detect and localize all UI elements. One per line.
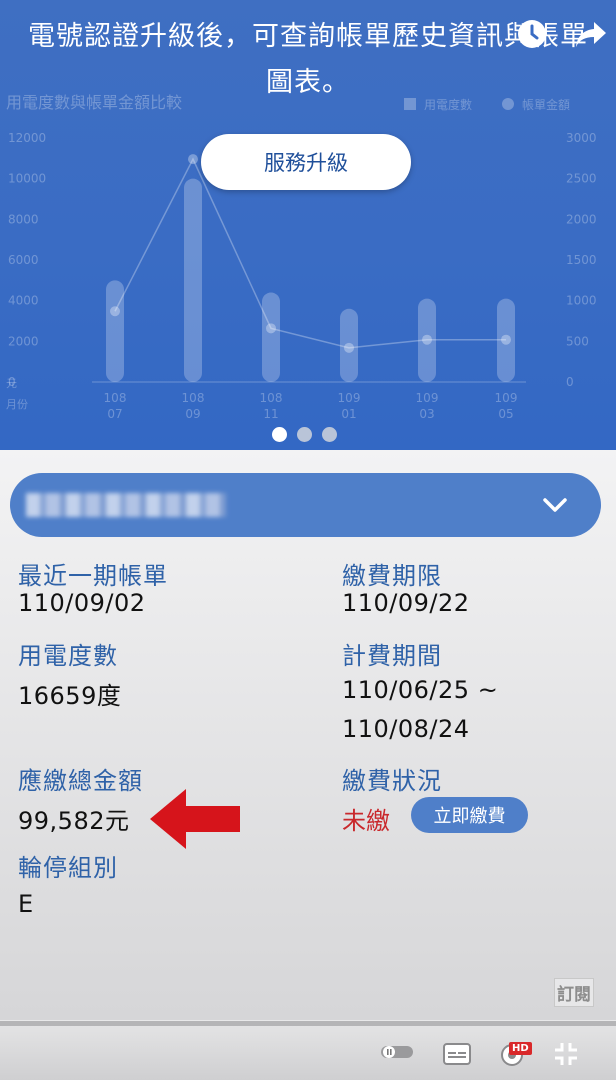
- pay-now-button[interactable]: 立即繳費: [411, 797, 528, 833]
- x-tick-label: 109: [416, 391, 439, 405]
- carousel-dot[interactable]: [272, 427, 287, 442]
- usage-label: 用電度數: [18, 642, 118, 670]
- chart-point: [110, 306, 120, 317]
- left-axis-tick: 4000: [8, 294, 39, 308]
- usage-value: 16659度: [18, 682, 122, 710]
- chart-point: [501, 334, 511, 345]
- right-axis-tick: 2500: [566, 172, 597, 186]
- chart-bar: [106, 280, 124, 382]
- video-top-icons: [516, 18, 606, 50]
- billing-period-label: 計費期間: [342, 642, 442, 670]
- right-axis-tick: 3000: [566, 131, 597, 145]
- left-axis-tick: 8000: [8, 212, 39, 226]
- carousel-dot[interactable]: [297, 427, 312, 442]
- due-date-label: 繳費期限: [342, 562, 442, 590]
- billing-period-end: 110/08/24: [342, 715, 470, 743]
- x-tick-label: 09: [185, 407, 200, 421]
- x-tick-label: 11: [263, 407, 278, 421]
- latest-bill-value: 110/09/02: [18, 589, 146, 617]
- chart-point: [188, 154, 198, 165]
- hero-line-2: 圖表。: [266, 67, 350, 98]
- payment-status-value: 未繳: [342, 807, 390, 835]
- rotation-group-label: 輪停組別: [18, 854, 118, 882]
- right-axis-tick: 2000: [566, 212, 597, 226]
- due-date-value: 110/09/22: [342, 589, 470, 617]
- video-controls: HD: [0, 1026, 616, 1080]
- hd-badge: HD: [509, 1042, 532, 1055]
- autoplay-toggle-icon[interactable]: [380, 1044, 414, 1060]
- bill-panel: ████ (████) 最近一期帳單 110/09/02 繳費期限 110/09…: [0, 450, 616, 1020]
- left-axis-unit: 元: [6, 377, 17, 390]
- left-axis-tick: 12000: [8, 131, 46, 145]
- payment-status-label: 繳費狀況: [342, 767, 442, 795]
- chevron-down-icon[interactable]: [539, 489, 571, 521]
- x-tick-label: 01: [341, 407, 356, 421]
- billing-period-start: 110/06/25 ~: [342, 676, 499, 704]
- red-arrow-icon: [150, 789, 240, 849]
- left-axis-tick: 6000: [8, 253, 39, 267]
- chart-point: [344, 342, 354, 353]
- chart-bar: [184, 178, 202, 382]
- x-tick-label: 07: [107, 407, 122, 421]
- carousel-dot[interactable]: [322, 427, 337, 442]
- upgrade-service-button[interactable]: 服務升級: [201, 134, 411, 190]
- captions-icon[interactable]: [443, 1043, 471, 1065]
- share-icon[interactable]: [574, 18, 606, 50]
- account-selector[interactable]: ████ (████): [10, 473, 601, 537]
- left-axis-tick: 2000: [8, 334, 39, 348]
- x-axis-label: 月份: [6, 398, 28, 411]
- x-tick-label: 05: [498, 407, 513, 421]
- right-axis-tick: 0: [566, 375, 574, 389]
- chart-bar: [262, 292, 280, 382]
- x-tick-label: 108: [260, 391, 283, 405]
- right-axis-tick: 1000: [566, 294, 597, 308]
- x-tick-label: 108: [182, 391, 205, 405]
- x-tick-label: 03: [419, 407, 434, 421]
- rotation-group-value: E: [18, 890, 34, 918]
- left-axis-tick: 10000: [8, 172, 46, 186]
- x-tick-label: 108: [104, 391, 127, 405]
- right-axis-tick: 1500: [566, 253, 597, 267]
- chart-point: [422, 334, 432, 345]
- exit-fullscreen-icon[interactable]: [553, 1041, 579, 1067]
- chart-point: [266, 323, 276, 334]
- subscribe-badge[interactable]: 訂閱: [554, 978, 594, 1007]
- x-tick-label: 109: [338, 391, 361, 405]
- total-amount-label: 應繳總金額: [18, 767, 143, 795]
- total-amount-value: 99,582元: [18, 807, 130, 835]
- right-axis-tick: 500: [566, 334, 589, 348]
- x-tick-label: 109: [495, 391, 518, 405]
- carousel-dots: [272, 427, 337, 442]
- clock-icon[interactable]: [516, 18, 548, 50]
- account-name: ████ (████): [26, 493, 226, 517]
- latest-bill-label: 最近一期帳單: [18, 562, 168, 590]
- hero-banner: 用電度數與帳單金額比較 用電度數 帳單金額 12000 10000 8000 6000 400…: [0, 0, 616, 450]
